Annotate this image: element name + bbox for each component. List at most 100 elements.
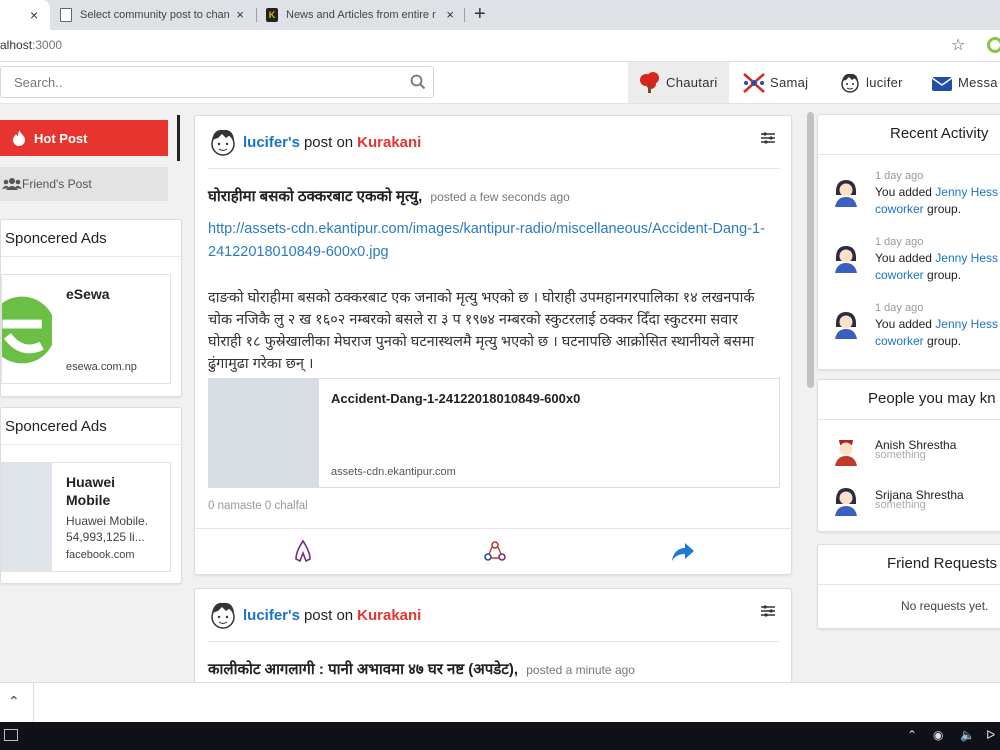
- terminal-icon[interactable]: [4, 729, 18, 741]
- tab-close-icon[interactable]: ×: [236, 7, 244, 22]
- search-icon[interactable]: [409, 73, 427, 91]
- friend-requests-card: Friend Requests No requests yet.: [817, 544, 1000, 629]
- divider: [208, 641, 780, 642]
- browser-tab-news[interactable]: K News and Articles from entire ne ×: [262, 0, 462, 30]
- user-avatar-icon: [841, 73, 859, 93]
- language-icon[interactable]: ᐅ: [986, 728, 995, 742]
- nav-label: Chautari: [666, 75, 718, 90]
- users-icon: [2, 178, 22, 190]
- browser-tab-admin[interactable]: Select community post to change ×: [56, 0, 252, 30]
- nav-label: Samaj: [770, 75, 809, 90]
- post-link[interactable]: http://assets-cdn.ekantipur.com/images/k…: [208, 218, 783, 264]
- nav-profile[interactable]: lucifer: [838, 62, 903, 103]
- user-avatar-icon[interactable]: [209, 126, 237, 158]
- male-avatar-icon: [835, 440, 857, 466]
- tab-close-icon[interactable]: ×: [30, 7, 38, 23]
- esewa-logo-icon: [2, 275, 52, 383]
- post-time: posted a few seconds ago: [430, 190, 570, 204]
- browser-tab-active[interactable]: ×: [0, 0, 50, 30]
- activity-group-link[interactable]: coworker: [875, 268, 924, 282]
- ad-domain: esewa.com.np: [66, 361, 137, 373]
- new-tab-button[interactable]: +: [474, 3, 486, 26]
- activity-text: You added Jenny Hess tcoworker group.: [875, 184, 1000, 218]
- chevron-up-icon[interactable]: ⌃: [907, 728, 917, 742]
- share-icon[interactable]: [670, 539, 696, 565]
- tab-separator: [464, 8, 465, 22]
- nav-messages[interactable]: Messa: [930, 62, 998, 103]
- activity-person-link[interactable]: Jenny Hess: [935, 251, 998, 265]
- nav-samaj[interactable]: Samaj: [742, 62, 808, 103]
- envelope-icon: [931, 76, 953, 91]
- ad-domain: facebook.com: [66, 549, 135, 561]
- activity-person-link[interactable]: Jenny Hess: [935, 317, 998, 331]
- divider: [208, 168, 780, 169]
- tab-title: News and Articles from entire ne: [286, 9, 436, 21]
- volume-icon[interactable]: 🔈: [960, 728, 975, 742]
- activity-person-link[interactable]: Jenny Hess: [935, 185, 998, 199]
- post-time: posted a minute ago: [526, 663, 635, 677]
- activity-group-link[interactable]: coworker: [875, 334, 924, 348]
- document-icon: [60, 8, 72, 22]
- namaste-icon[interactable]: [290, 539, 316, 565]
- person-subtitle: something: [875, 499, 926, 511]
- scrollbar-thumb[interactable]: [807, 112, 814, 388]
- fire-icon: [13, 130, 25, 146]
- female-avatar-icon: [835, 312, 857, 339]
- post-card: lucifer's post on Kurakani घोराहीमा बसको…: [194, 115, 793, 575]
- chevron-up-icon[interactable]: ⌃: [8, 693, 20, 710]
- post-title[interactable]: कालीकोट आगलागी : पानी अभावमा ४७ घर नष्ट …: [208, 659, 635, 679]
- nav-label: lucifer: [866, 75, 903, 90]
- card-title: Recent Activity: [818, 115, 1000, 155]
- activity-prefix: You added: [875, 317, 932, 331]
- divider: [33, 683, 34, 723]
- feed-scrollbar[interactable]: [804, 104, 816, 682]
- tab-separator: [256, 8, 257, 22]
- post-author-link[interactable]: lucifer's: [243, 607, 300, 624]
- search-input[interactable]: [1, 67, 401, 97]
- post-group-link[interactable]: Kurakani: [357, 134, 421, 151]
- browser-tabbar: × Select community post to change × K Ne…: [0, 0, 1000, 30]
- chalfal-icon[interactable]: [482, 539, 508, 565]
- post-on-text: post on: [303, 133, 354, 151]
- extension-icon[interactable]: [987, 37, 1000, 53]
- preview-title: Accident-Dang-1-24122018010849-600x0: [331, 391, 581, 406]
- link-preview-card[interactable]: Accident-Dang-1-24122018010849-600x0 ass…: [208, 378, 780, 488]
- ad-name: eSewa: [66, 286, 110, 302]
- viber-icon[interactable]: ◉: [933, 728, 943, 742]
- post-menu-icon[interactable]: [761, 605, 775, 617]
- activity-group-suffix: group.: [927, 334, 962, 348]
- tab-title: Select community post to change: [80, 9, 230, 21]
- activity-text: You added Jenny Hess tcoworker group.: [875, 316, 1000, 350]
- person-item[interactable]: Anish Shrestha something: [832, 434, 1000, 470]
- url-text[interactable]: alhost:3000: [0, 38, 62, 52]
- ad-box[interactable]: Huawei Mobile Huawei Mobile. 54,993,125 …: [1, 462, 171, 572]
- bookmark-star-icon[interactable]: ☆: [951, 35, 965, 55]
- activity-group-link[interactable]: coworker: [875, 202, 924, 216]
- ad-header: Sponcered Ads: [1, 408, 181, 445]
- post-title[interactable]: घोराहीमा बसको ठक्करबाट एकको मृत्यु, post…: [208, 186, 570, 206]
- tab-close-icon[interactable]: ×: [446, 7, 454, 22]
- ad-card: Sponcered Ads eSewa esewa.com.np: [0, 219, 182, 397]
- user-avatar-icon[interactable]: [209, 599, 237, 631]
- hot-post-button[interactable]: Hot Post: [0, 120, 168, 156]
- ad-box[interactable]: eSewa esewa.com.np: [1, 274, 171, 384]
- person-item[interactable]: Srijana Shrestha something: [832, 484, 1000, 520]
- activity-prefix: You added: [875, 185, 932, 199]
- post-title-text: कालीकोट आगलागी : पानी अभावमा ४७ घर नष्ट …: [208, 661, 514, 678]
- preview-image: [209, 379, 319, 487]
- female-avatar-icon: [835, 180, 857, 207]
- download-bar: ⌃: [0, 682, 1000, 723]
- female-avatar-icon: [835, 246, 857, 273]
- post-group-link[interactable]: Kurakani: [357, 607, 421, 624]
- post-author-link[interactable]: lucifer's: [243, 134, 300, 151]
- ad-image: [2, 463, 52, 571]
- nav-label: Messa: [958, 75, 998, 90]
- post-header: lucifer's post on Kurakani: [209, 126, 421, 158]
- os-taskbar: ⌃ ◉ 🔈 ᐅ: [0, 722, 1000, 750]
- post-menu-icon[interactable]: [761, 132, 775, 144]
- activity-text: You added Jenny Hess tcoworker group.: [875, 250, 1000, 284]
- address-bar[interactable]: alhost:3000 ☆: [0, 30, 1000, 62]
- card-title: Friend Requests: [818, 545, 1000, 585]
- friends-post-button[interactable]: Friend's Post: [0, 167, 168, 201]
- nav-chautari[interactable]: Chautari: [628, 62, 729, 103]
